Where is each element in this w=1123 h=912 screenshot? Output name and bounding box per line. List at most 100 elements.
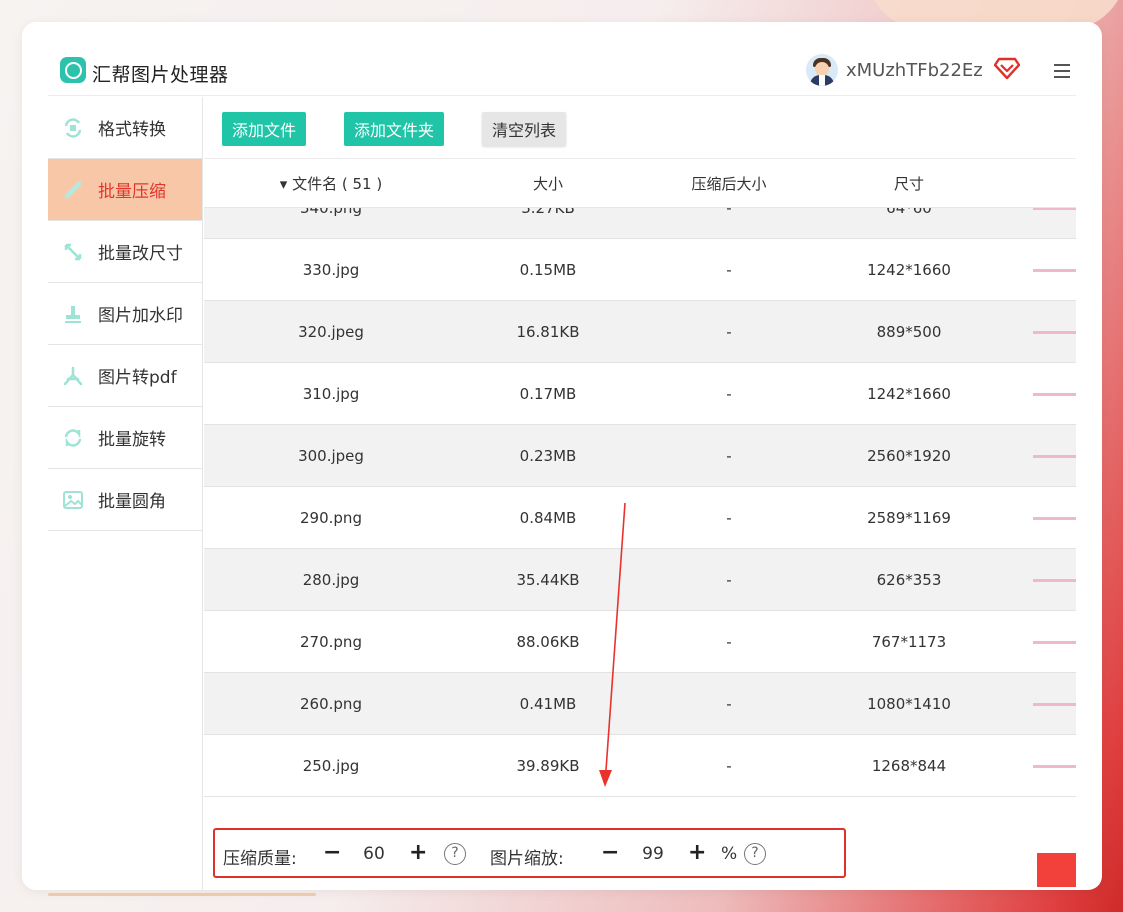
- sidebar-item-image-to-pdf[interactable]: 图片转pdf: [48, 345, 202, 407]
- hamburger-menu-icon[interactable]: [1054, 64, 1070, 78]
- cell-filename: 310.jpg: [302, 385, 360, 403]
- user-avatar[interactable]: [806, 54, 838, 86]
- cell-size: 0.17MB: [519, 385, 577, 403]
- progress-bar: [1033, 393, 1076, 396]
- table-row[interactable]: 310.jpg 0.17MB - 1242*1660: [204, 363, 1076, 425]
- watermark-icon: [62, 303, 84, 325]
- table-header: ▾ 文件名 ( 51 ) 大小 压缩后大小 尺寸: [204, 160, 1076, 208]
- pdf-icon: [62, 365, 84, 387]
- vip-diamond-icon[interactable]: [994, 56, 1020, 80]
- scale-value[interactable]: 99: [633, 844, 673, 864]
- table-row[interactable]: 320.jpeg 16.81KB - 889*500: [204, 301, 1076, 363]
- cell-dimensions: 1242*1660: [867, 261, 951, 279]
- table-row[interactable]: 300.jpeg 0.23MB - 2560*1920: [204, 425, 1076, 487]
- table-row[interactable]: 340.png 3.27KB - 64*60: [204, 208, 1076, 239]
- sidebar-item-round-corner[interactable]: 批量圆角: [48, 469, 202, 531]
- quality-label: 压缩质量:: [223, 849, 297, 869]
- cell-size: 0.41MB: [519, 695, 577, 713]
- username[interactable]: xMUzhTFb22Ez: [846, 60, 983, 81]
- progress-bar: [1033, 208, 1076, 210]
- sidebar-item-label: 图片转pdf: [98, 368, 177, 388]
- cell-filename: 330.jpg: [302, 261, 360, 279]
- sidebar: 格式转换 批量压缩 批量改尺寸 图片加水印 图片转pdf 批量旋转 批量圆角: [48, 97, 203, 890]
- progress-bar: [1033, 331, 1076, 334]
- progress-bar: [1033, 455, 1076, 458]
- sidebar-item-label: 格式转换: [98, 120, 166, 140]
- table-row[interactable]: 250.jpg 39.89KB - 1268*844: [204, 735, 1076, 797]
- quality-help-icon[interactable]: ?: [444, 843, 466, 865]
- cell-compressed-size: -: [726, 695, 732, 713]
- table-row[interactable]: 290.png 0.84MB - 2589*1169: [204, 487, 1076, 549]
- cell-dimensions: 1080*1410: [867, 695, 951, 713]
- app-title: 汇帮图片处理器: [92, 64, 229, 86]
- clear-list-button[interactable]: 清空列表: [482, 112, 567, 146]
- cell-compressed-size: -: [726, 571, 732, 589]
- cell-compressed-size: -: [726, 757, 732, 775]
- cell-size: 35.44KB: [516, 571, 580, 589]
- quality-increase-button[interactable]: +: [409, 840, 427, 865]
- scale-increase-button[interactable]: +: [688, 840, 706, 865]
- cell-compressed-size: -: [726, 323, 732, 341]
- cell-filename: 340.png: [300, 208, 362, 217]
- quality-decrease-button[interactable]: −: [323, 840, 341, 865]
- start-compress-button[interactable]: [1037, 853, 1076, 887]
- cell-dimensions: 1268*844: [871, 757, 947, 775]
- cell-compressed-size: -: [726, 633, 732, 651]
- cell-compressed-size: -: [726, 509, 732, 527]
- compression-settings-box: 压缩质量: − 60 + ? 图片缩放: − 99 + % ?: [213, 828, 846, 878]
- toolbar: 添加文件 添加文件夹 清空列表: [204, 97, 1076, 159]
- table-row[interactable]: 260.png 0.41MB - 1080*1410: [204, 673, 1076, 735]
- column-header-compressed-size[interactable]: 压缩后大小: [629, 160, 829, 208]
- cell-filename: 300.jpeg: [298, 447, 364, 465]
- cell-compressed-size: -: [726, 261, 732, 279]
- table-row[interactable]: 330.jpg 0.15MB - 1242*1660: [204, 239, 1076, 301]
- cell-compressed-size: -: [726, 385, 732, 403]
- table-row[interactable]: 280.jpg 35.44KB - 626*353: [204, 549, 1076, 611]
- file-list[interactable]: 340.png 3.27KB - 64*60 330.jpg 0.15MB - …: [204, 208, 1076, 806]
- cell-size: 16.81KB: [516, 323, 580, 341]
- sidebar-item-format-convert[interactable]: 格式转换: [48, 97, 202, 159]
- progress-bar: [1033, 641, 1076, 644]
- cell-filename: 250.jpg: [302, 757, 360, 775]
- scale-unit: %: [721, 844, 738, 864]
- cell-compressed-size: -: [726, 208, 732, 217]
- cell-size: 0.23MB: [519, 447, 577, 465]
- column-header-size[interactable]: 大小: [448, 160, 648, 208]
- scale-help-icon[interactable]: ?: [744, 843, 766, 865]
- quality-value[interactable]: 60: [354, 844, 394, 864]
- cell-size: 39.89KB: [516, 757, 580, 775]
- rotate-icon: [62, 427, 84, 449]
- add-folder-button[interactable]: 添加文件夹: [344, 112, 445, 146]
- cell-size: 88.06KB: [516, 633, 580, 651]
- main-panel: 添加文件 添加文件夹 清空列表 ▾ 文件名 ( 51 ) 大小 压缩后大小 尺寸…: [204, 97, 1076, 890]
- background-accent-line: [48, 893, 316, 896]
- sidebar-item-label: 批量旋转: [98, 430, 166, 450]
- cell-dimensions: 626*353: [876, 571, 942, 589]
- sidebar-item-label: 图片加水印: [98, 306, 183, 326]
- progress-bar: [1033, 579, 1076, 582]
- progress-bar: [1033, 765, 1076, 768]
- sidebar-item-label: 批量压缩: [98, 182, 166, 202]
- cell-dimensions: 889*500: [876, 323, 942, 341]
- sidebar-item-batch-compress[interactable]: 批量压缩: [48, 159, 202, 221]
- column-header-filename[interactable]: ▾ 文件名 ( 51 ): [224, 160, 438, 208]
- app-window: 汇帮图片处理器 xMUzhTFb22Ez 格式转换 批量压缩 批量改尺寸 图片加…: [22, 22, 1102, 890]
- scale-decrease-button[interactable]: −: [601, 840, 619, 865]
- column-header-dimensions[interactable]: 尺寸: [809, 160, 1009, 208]
- cell-compressed-size: -: [726, 447, 732, 465]
- cell-dimensions: 1242*1660: [867, 385, 951, 403]
- sidebar-item-watermark[interactable]: 图片加水印: [48, 283, 202, 345]
- sidebar-item-batch-rotate[interactable]: 批量旋转: [48, 407, 202, 469]
- cell-size: 3.27KB: [521, 208, 575, 217]
- table-row[interactable]: 270.png 88.06KB - 767*1173: [204, 611, 1076, 673]
- progress-bar: [1033, 703, 1076, 706]
- app-logo-icon: [60, 57, 86, 83]
- cell-size: 0.15MB: [519, 261, 577, 279]
- compress-icon: [62, 179, 84, 201]
- progress-bar: [1033, 517, 1076, 520]
- add-file-button[interactable]: 添加文件: [222, 112, 307, 146]
- cell-filename: 290.png: [300, 509, 362, 527]
- cell-filename: 260.png: [300, 695, 362, 713]
- progress-bar: [1033, 269, 1076, 272]
- sidebar-item-batch-resize[interactable]: 批量改尺寸: [48, 221, 202, 283]
